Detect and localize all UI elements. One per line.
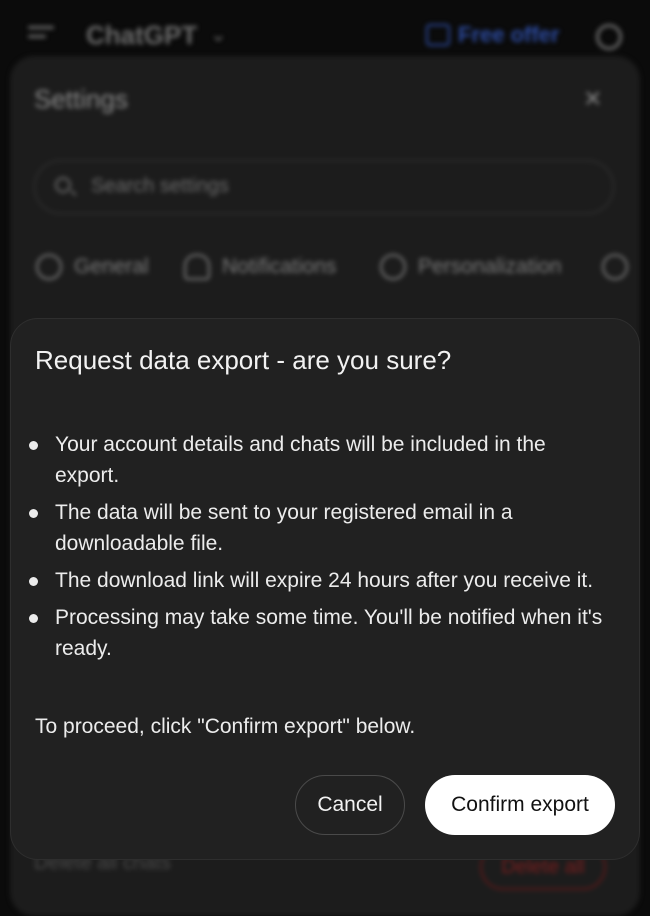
- bullet-text: The download link will expire 24 hours a…: [55, 569, 594, 592]
- tab-personalization[interactable]: Personalization: [380, 254, 562, 280]
- proceed-instruction: To proceed, click "Confirm export" below…: [35, 715, 416, 738]
- close-icon[interactable]: ×: [584, 82, 602, 116]
- bullet-text: Processing may take some time. You'll be…: [55, 606, 603, 660]
- bullet-icon: [29, 577, 38, 586]
- bullet-text: Your account details and chats will be i…: [55, 433, 546, 487]
- tab-label: General: [74, 255, 149, 278]
- bullet-icon: [29, 509, 38, 518]
- at-sign-icon: [602, 254, 628, 280]
- list-item: Processing may take some time. You'll be…: [29, 602, 615, 664]
- list-item: The download link will expire 24 hours a…: [29, 565, 615, 596]
- settings-title: Settings: [34, 84, 128, 114]
- confirm-export-button[interactable]: Confirm export: [425, 775, 615, 835]
- list-item: The data will be sent to your registered…: [29, 497, 615, 559]
- gear-icon: [36, 254, 62, 280]
- app-title[interactable]: ChatGPT: [86, 20, 197, 51]
- bullet-text: The data will be sent to your registered…: [55, 501, 513, 555]
- tab-more[interactable]: [602, 254, 640, 280]
- tab-general[interactable]: General: [36, 254, 149, 280]
- cancel-button[interactable]: Cancel: [295, 775, 405, 835]
- search-input[interactable]: Search settings: [34, 160, 614, 214]
- search-placeholder: Search settings: [91, 175, 229, 197]
- chevron-down-icon[interactable]: ⌄: [210, 22, 227, 47]
- tab-label: Personalization: [418, 255, 562, 278]
- dialog-title: Request data export - are you sure?: [35, 345, 452, 375]
- export-confirm-dialog: Request data export - are you sure? Your…: [10, 318, 640, 860]
- settings-tabs: General Notifications Personalization: [34, 254, 634, 284]
- bullet-icon: [29, 614, 38, 623]
- gift-icon[interactable]: [426, 24, 450, 46]
- tab-notifications[interactable]: Notifications: [184, 254, 336, 280]
- personalization-icon: [380, 254, 406, 280]
- menu-icon[interactable]: [28, 26, 54, 46]
- free-offer-link[interactable]: Free offer: [458, 22, 559, 48]
- tab-label: Notifications: [222, 255, 337, 278]
- bullet-icon: [29, 441, 38, 450]
- list-item: Your account details and chats will be i…: [29, 429, 615, 491]
- search-icon: [55, 177, 71, 193]
- bullet-list: Your account details and chats will be i…: [29, 429, 615, 670]
- new-chat-icon[interactable]: [596, 24, 622, 50]
- bell-icon: [184, 254, 210, 280]
